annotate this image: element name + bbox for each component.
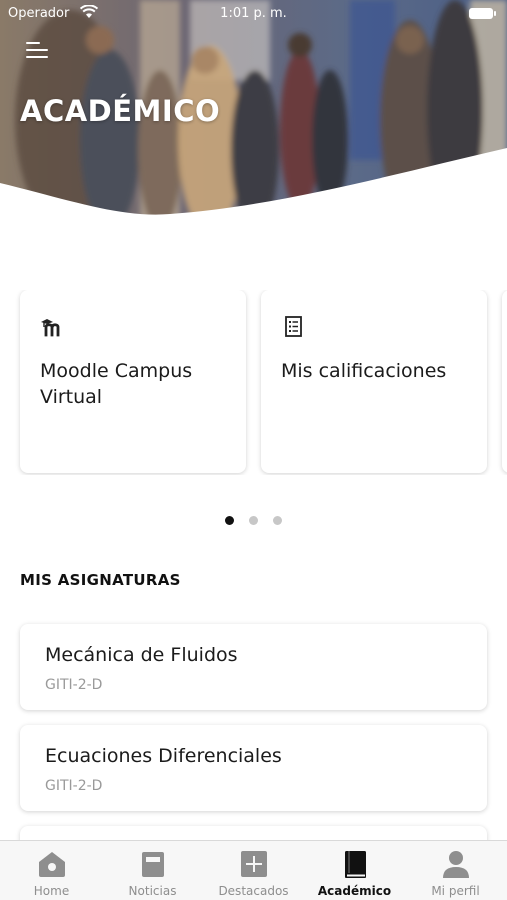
- moodle-icon: [41, 319, 60, 337]
- pager-dot-1[interactable]: [224, 516, 234, 525]
- subject-name: Ecuaciones Diferenciales: [45, 745, 282, 767]
- pager-dot-2[interactable]: [249, 516, 258, 525]
- tab-news[interactable]: Noticias: [102, 841, 203, 900]
- card-label: Mis calificaciones: [281, 360, 447, 382]
- subject-group: GITI-2-D: [45, 778, 103, 794]
- tab-bar: Home Noticias Destacados Académico Mi pe…: [0, 840, 507, 900]
- tab-academic[interactable]: Académico: [304, 841, 405, 900]
- tab-label: Destacados: [218, 884, 289, 898]
- grades-card[interactable]: Mis calificaciones: [261, 290, 487, 473]
- subjects-heading: MIS ASIGNATURAS: [20, 571, 181, 589]
- card-label: Moodle Campus Virtual: [40, 360, 193, 408]
- home-icon: [38, 852, 65, 877]
- book-icon: [344, 851, 366, 878]
- grades-list-icon: [285, 316, 302, 337]
- moodle-card[interactable]: Moodle Campus Virtual: [20, 290, 246, 473]
- tab-label: Home: [33, 884, 70, 898]
- clock: 1:01 p. m.: [220, 6, 287, 21]
- tab-label: Noticias: [128, 884, 177, 898]
- subject-group: GITI-2-D: [45, 677, 103, 693]
- page-title: ACADÉMICO: [20, 94, 221, 128]
- quick-links-carousel[interactable]: Moodle Campus Virtual Mis calificaciones: [0, 290, 507, 475]
- subject-name: Mecánica de Fluidos: [45, 644, 238, 666]
- pager-dot-3[interactable]: [273, 516, 283, 525]
- battery-icon: [469, 8, 496, 19]
- news-icon: [141, 852, 164, 877]
- next-card-peek[interactable]: [502, 290, 507, 473]
- status-bar: Operador 1:01 p. m.: [0, 0, 507, 28]
- tab-featured[interactable]: Destacados: [203, 841, 304, 900]
- tab-label: Mi perfil: [431, 884, 480, 898]
- tab-home[interactable]: Home: [1, 841, 102, 900]
- subject-card[interactable]: Mecánica de Fluidos GITI-2-D: [20, 624, 487, 710]
- profile-icon: [442, 851, 469, 878]
- tab-label: Académico: [317, 884, 392, 898]
- carousel-pager: [0, 510, 507, 529]
- menu-button[interactable]: [26, 38, 54, 62]
- hamburger-icon: [26, 42, 40, 44]
- tab-profile[interactable]: Mi perfil: [405, 841, 506, 900]
- subject-card[interactable]: Ecuaciones Diferenciales GITI-2-D: [20, 725, 487, 811]
- plus-icon: [240, 851, 267, 877]
